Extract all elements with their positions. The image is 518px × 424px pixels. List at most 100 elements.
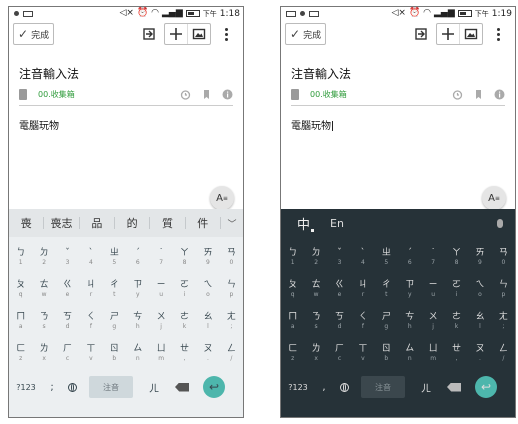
- keyboard-key[interactable]: ㄇa: [281, 307, 304, 335]
- er-key[interactable]: ㄦ: [411, 380, 441, 395]
- keyboard-key[interactable]: ㄑf: [79, 307, 102, 335]
- keyboard-key[interactable]: ㄧu: [421, 275, 444, 303]
- keyboard-key[interactable]: ㄏc: [56, 339, 79, 367]
- info-icon[interactable]: [222, 89, 233, 100]
- keyboard-key[interactable]: ㄕg: [375, 307, 398, 335]
- keyboard-key[interactable]: ㄐr: [79, 275, 102, 303]
- enter-key[interactable]: ↩: [475, 376, 497, 398]
- keyboard-key[interactable]: ㄔt: [103, 275, 126, 303]
- keyboard-key[interactable]: ㄓ5: [375, 243, 398, 271]
- keyboard-key[interactable]: ˇ3: [328, 243, 351, 271]
- tag-icon[interactable]: [201, 89, 212, 100]
- keyboard-key[interactable]: ㄈz: [281, 339, 304, 367]
- space-key[interactable]: 注音: [89, 376, 133, 398]
- keyboard-key[interactable]: ㄨj: [421, 307, 444, 335]
- note-title[interactable]: 注音輸入法: [19, 65, 79, 82]
- keyboard-key[interactable]: ㄡ.: [196, 339, 219, 367]
- mode-english[interactable]: En: [330, 217, 344, 230]
- keyboard-key[interactable]: ㄗy: [398, 275, 421, 303]
- notebook-label[interactable]: 00.收集箱: [38, 89, 75, 100]
- keyboard-key[interactable]: ㄅ1: [9, 243, 32, 271]
- keyboard-key[interactable]: ㄛi: [445, 275, 468, 303]
- candidate-item[interactable]: 品: [80, 215, 114, 231]
- language-key[interactable]: [61, 382, 83, 392]
- tag-icon[interactable]: [473, 89, 484, 100]
- alarm-icon[interactable]: [452, 89, 463, 100]
- keyboard-key[interactable]: ㄥ /: [220, 339, 243, 367]
- keyboard-key[interactable]: ㄇa: [9, 307, 32, 335]
- keyboard-key[interactable]: ㄎd: [328, 307, 351, 335]
- keyboard-key[interactable]: ㄏc: [328, 339, 351, 367]
- reply-icon[interactable]: [412, 25, 430, 43]
- keyboard-key[interactable]: ㄊw: [32, 275, 55, 303]
- keyboard-key[interactable]: ㄆq: [281, 275, 304, 303]
- keyboard-key[interactable]: ㄨj: [149, 307, 172, 335]
- format-button[interactable]: A ≡: [210, 186, 234, 210]
- keyboard-key[interactable]: ㄝ,: [445, 339, 468, 367]
- keyboard-key[interactable]: ㄍe: [328, 275, 351, 303]
- keyboard-key[interactable]: ㄤ;: [492, 307, 515, 335]
- keyboard-key[interactable]: ㄅ1: [281, 243, 304, 271]
- keyboard-key[interactable]: ㄞ9: [468, 243, 491, 271]
- keyboard-key[interactable]: ㄑf: [351, 307, 374, 335]
- keyboard-key[interactable]: ㄜk: [445, 307, 468, 335]
- keyboard-key[interactable]: ㄒv: [351, 339, 374, 367]
- keyboard-key[interactable]: ㄢ0: [492, 243, 515, 271]
- mode-chinese[interactable]: 中: [297, 214, 315, 233]
- keyboard-key[interactable]: ㄟo: [196, 275, 219, 303]
- keyboard-key[interactable]: ㄘh: [398, 307, 421, 335]
- alarm-icon[interactable]: [180, 89, 191, 100]
- keyboard-key[interactable]: ㄌx: [304, 339, 327, 367]
- keyboard-key[interactable]: ㄙn: [398, 339, 421, 367]
- keyboard-key[interactable]: ㄋs: [304, 307, 327, 335]
- keyboard-key[interactable]: ㄛi: [173, 275, 196, 303]
- keyboard-key[interactable]: ˙ 7: [421, 243, 444, 271]
- format-button[interactable]: A ≡: [482, 186, 506, 210]
- keyboard-key[interactable]: ㄖb: [103, 339, 126, 367]
- symbols-key[interactable]: ?123: [281, 383, 315, 392]
- reply-icon[interactable]: [140, 25, 158, 43]
- keyboard-key[interactable]: ㄉ2: [32, 243, 55, 271]
- keyboard-key[interactable]: ㄕg: [103, 307, 126, 335]
- keyboard-key[interactable]: ㄡ.: [468, 339, 491, 367]
- keyboard-key[interactable]: ㄣp: [220, 275, 243, 303]
- note-body[interactable]: 電腦玩物: [291, 117, 333, 132]
- candidate-item[interactable]: 件: [186, 215, 220, 231]
- keyboard-key[interactable]: ㄠl: [468, 307, 491, 335]
- keyboard-key[interactable]: ㄋs: [32, 307, 55, 335]
- keyboard-key[interactable]: ˋ4: [79, 243, 102, 271]
- keyboard-key[interactable]: ㄌx: [32, 339, 55, 367]
- keyboard-key[interactable]: ㄊw: [304, 275, 327, 303]
- done-button[interactable]: ✓ 完成: [285, 23, 327, 45]
- symbols-key[interactable]: ?123: [9, 383, 43, 392]
- keyboard-key[interactable]: ㄙn: [126, 339, 149, 367]
- candidate-item[interactable]: 喪志: [44, 215, 78, 231]
- keyboard-key[interactable]: ㄧu: [149, 275, 172, 303]
- note-title[interactable]: 注音輸入法: [291, 65, 351, 82]
- image-icon[interactable]: [459, 24, 482, 44]
- keyboard-key[interactable]: ㄝ,: [173, 339, 196, 367]
- keyboard-key[interactable]: ㄔt: [375, 275, 398, 303]
- candidate-item[interactable]: 的: [115, 215, 149, 231]
- keyboard-key[interactable]: ㄓ5: [103, 243, 126, 271]
- keyboard-key[interactable]: ㄒv: [79, 339, 102, 367]
- keyboard-key[interactable]: ˙ 7: [149, 243, 172, 271]
- space-key[interactable]: 注音: [361, 376, 405, 398]
- punctuation-key[interactable]: ;: [43, 382, 61, 393]
- keyboard-key[interactable]: ㄍe: [56, 275, 79, 303]
- keyboard-key[interactable]: ㄆq: [9, 275, 32, 303]
- delete-key[interactable]: [441, 382, 467, 392]
- keyboard-key[interactable]: ㄜk: [173, 307, 196, 335]
- delete-key[interactable]: [169, 382, 195, 392]
- keyboard-key[interactable]: ㄚ8: [173, 243, 196, 271]
- keyboard-key[interactable]: ㄉ2: [304, 243, 327, 271]
- plus-icon[interactable]: [165, 24, 187, 44]
- info-icon[interactable]: [494, 89, 505, 100]
- keyboard-key[interactable]: ㄥ /: [492, 339, 515, 367]
- note-body[interactable]: 電腦玩物: [19, 117, 59, 132]
- keyboard-key[interactable]: ˊ6: [126, 243, 149, 271]
- keyboard-key[interactable]: ㄚ8: [445, 243, 468, 271]
- keyboard-key[interactable]: ㄎd: [56, 307, 79, 335]
- keyboard-key[interactable]: ㄠl: [196, 307, 219, 335]
- done-button[interactable]: ✓ 完成: [13, 23, 55, 45]
